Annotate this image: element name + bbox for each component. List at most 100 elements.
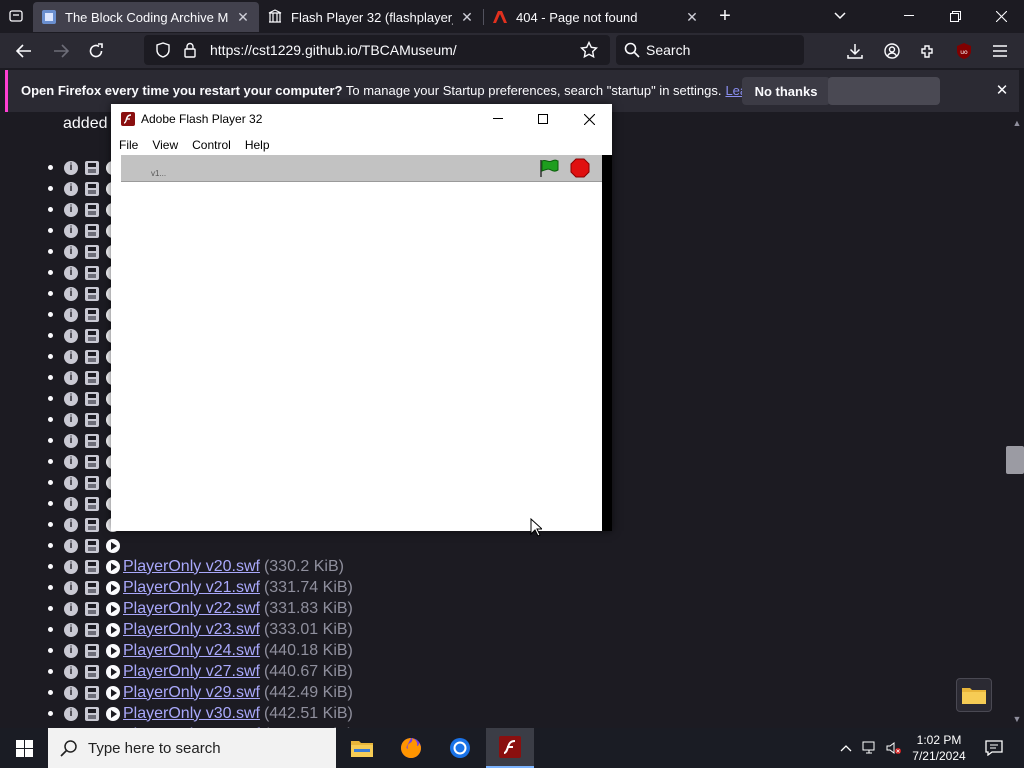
file-explorer-icon[interactable] [338,728,386,768]
info-icon[interactable]: i [64,433,78,448]
save-icon[interactable] [85,664,99,679]
menu-view[interactable]: View [152,138,178,152]
info-icon[interactable]: i [64,496,78,511]
info-icon[interactable]: i [64,391,78,406]
save-icon[interactable] [85,160,99,175]
save-icon[interactable] [85,454,99,469]
file-link[interactable]: PlayerOnly v21.swf [123,579,260,597]
info-icon[interactable]: i [64,307,78,322]
file-link[interactable]: PlayerOnly v22.swf [123,600,260,618]
info-icon[interactable]: i [64,328,78,343]
notifications-icon[interactable] [984,740,1004,756]
close-window-icon[interactable] [576,110,602,128]
save-icon[interactable] [85,391,99,406]
file-link[interactable]: PlayerOnly v20.swf [123,558,260,576]
scrollbar-thumb[interactable] [1006,446,1024,474]
save-icon[interactable] [85,349,99,364]
file-link[interactable]: PlayerOnly v27.swf [123,663,260,681]
info-icon[interactable]: i [64,349,78,364]
save-icon[interactable] [85,496,99,511]
ublock-origin-icon[interactable]: uo [950,37,978,65]
save-icon[interactable] [85,412,99,427]
taskbar-search-box[interactable]: Type here to search [48,728,336,768]
info-icon[interactable]: i [64,181,78,196]
save-icon[interactable] [85,433,99,448]
system-clock[interactable]: 1:02 PM 7/21/2024 [910,732,968,764]
info-icon[interactable]: i [64,517,78,532]
tab-404[interactable]: 404 - Page not found ✕ [484,2,708,32]
hamburger-menu-icon[interactable] [986,37,1014,65]
save-icon[interactable] [85,601,99,616]
file-link[interactable]: PlayerOnly v30.swf [123,705,260,723]
play-icon[interactable] [106,685,120,700]
back-arrow-icon[interactable] [10,37,38,65]
play-icon[interactable] [106,538,120,553]
flash-stage[interactable]: v1... [121,155,602,531]
info-icon[interactable]: i [64,601,78,616]
save-icon[interactable] [85,286,99,301]
info-icon[interactable]: i [64,538,78,553]
info-icon[interactable]: i [64,580,78,595]
save-icon[interactable] [85,580,99,595]
network-icon[interactable] [862,740,878,756]
flash-player-window[interactable]: Adobe Flash Player 32 File View Control … [111,104,612,531]
play-icon[interactable] [106,580,120,595]
volume-muted-icon[interactable] [886,740,902,756]
close-window-icon[interactable] [978,0,1024,32]
save-icon[interactable] [85,202,99,217]
shield-icon[interactable] [156,42,170,63]
maximize-icon[interactable] [530,110,556,128]
play-icon[interactable] [106,643,120,658]
no-thanks-button[interactable]: No thanks [742,77,830,105]
chrome-icon[interactable] [436,728,484,768]
url-bar[interactable]: https://cst1229.github.io/TBCAMuseum/ [144,35,610,65]
menu-help[interactable]: Help [245,138,270,152]
bookmark-star-icon[interactable] [579,40,599,64]
tab-block-coding-archive[interactable]: The Block Coding Archive Muse ✕ [33,2,259,32]
play-icon[interactable] [106,601,120,616]
download-icon[interactable] [841,37,869,65]
save-icon[interactable] [85,643,99,658]
reload-icon[interactable] [82,37,110,65]
info-icon[interactable]: i [64,370,78,385]
close-tab-icon[interactable]: ✕ [684,9,700,26]
info-icon[interactable]: i [64,622,78,637]
folder-icon[interactable] [956,678,992,712]
info-icon[interactable]: i [64,559,78,574]
chevron-down-icon[interactable] [822,0,858,32]
play-icon[interactable] [106,559,120,574]
restore-icon[interactable] [932,0,978,32]
save-icon[interactable] [85,538,99,553]
save-icon[interactable] [85,370,99,385]
info-icon[interactable]: i [64,643,78,658]
firefox-icon[interactable] [387,728,435,768]
green-flag-icon[interactable] [538,158,560,183]
url-text[interactable]: https://cst1229.github.io/TBCAMuseum/ [210,42,457,58]
menu-file[interactable]: File [119,138,138,152]
save-icon[interactable] [85,559,99,574]
info-icon[interactable]: i [64,475,78,490]
save-icon[interactable] [85,475,99,490]
stop-sign-icon[interactable] [570,158,590,183]
file-link[interactable]: PlayerOnly v24.swf [123,642,260,660]
info-icon[interactable]: i [64,244,78,259]
save-icon[interactable] [85,244,99,259]
info-icon[interactable]: i [64,685,78,700]
close-tab-icon[interactable]: ✕ [459,9,475,26]
lock-icon[interactable] [184,42,196,63]
info-icon[interactable]: i [64,223,78,238]
account-icon[interactable] [878,37,906,65]
minimize-icon[interactable] [886,0,932,32]
info-icon[interactable]: i [64,454,78,469]
list-all-tabs-icon[interactable] [0,0,32,32]
save-icon[interactable] [85,706,99,721]
info-icon[interactable]: i [64,664,78,679]
play-icon[interactable] [106,706,120,721]
close-tab-icon[interactable]: ✕ [235,9,251,26]
flash-player-taskbar-icon[interactable] [486,728,534,768]
save-icon[interactable] [85,328,99,343]
menu-control[interactable]: Control [192,138,231,152]
forward-arrow-icon[interactable] [47,37,75,65]
play-icon[interactable] [106,622,120,637]
info-icon[interactable]: i [64,265,78,280]
